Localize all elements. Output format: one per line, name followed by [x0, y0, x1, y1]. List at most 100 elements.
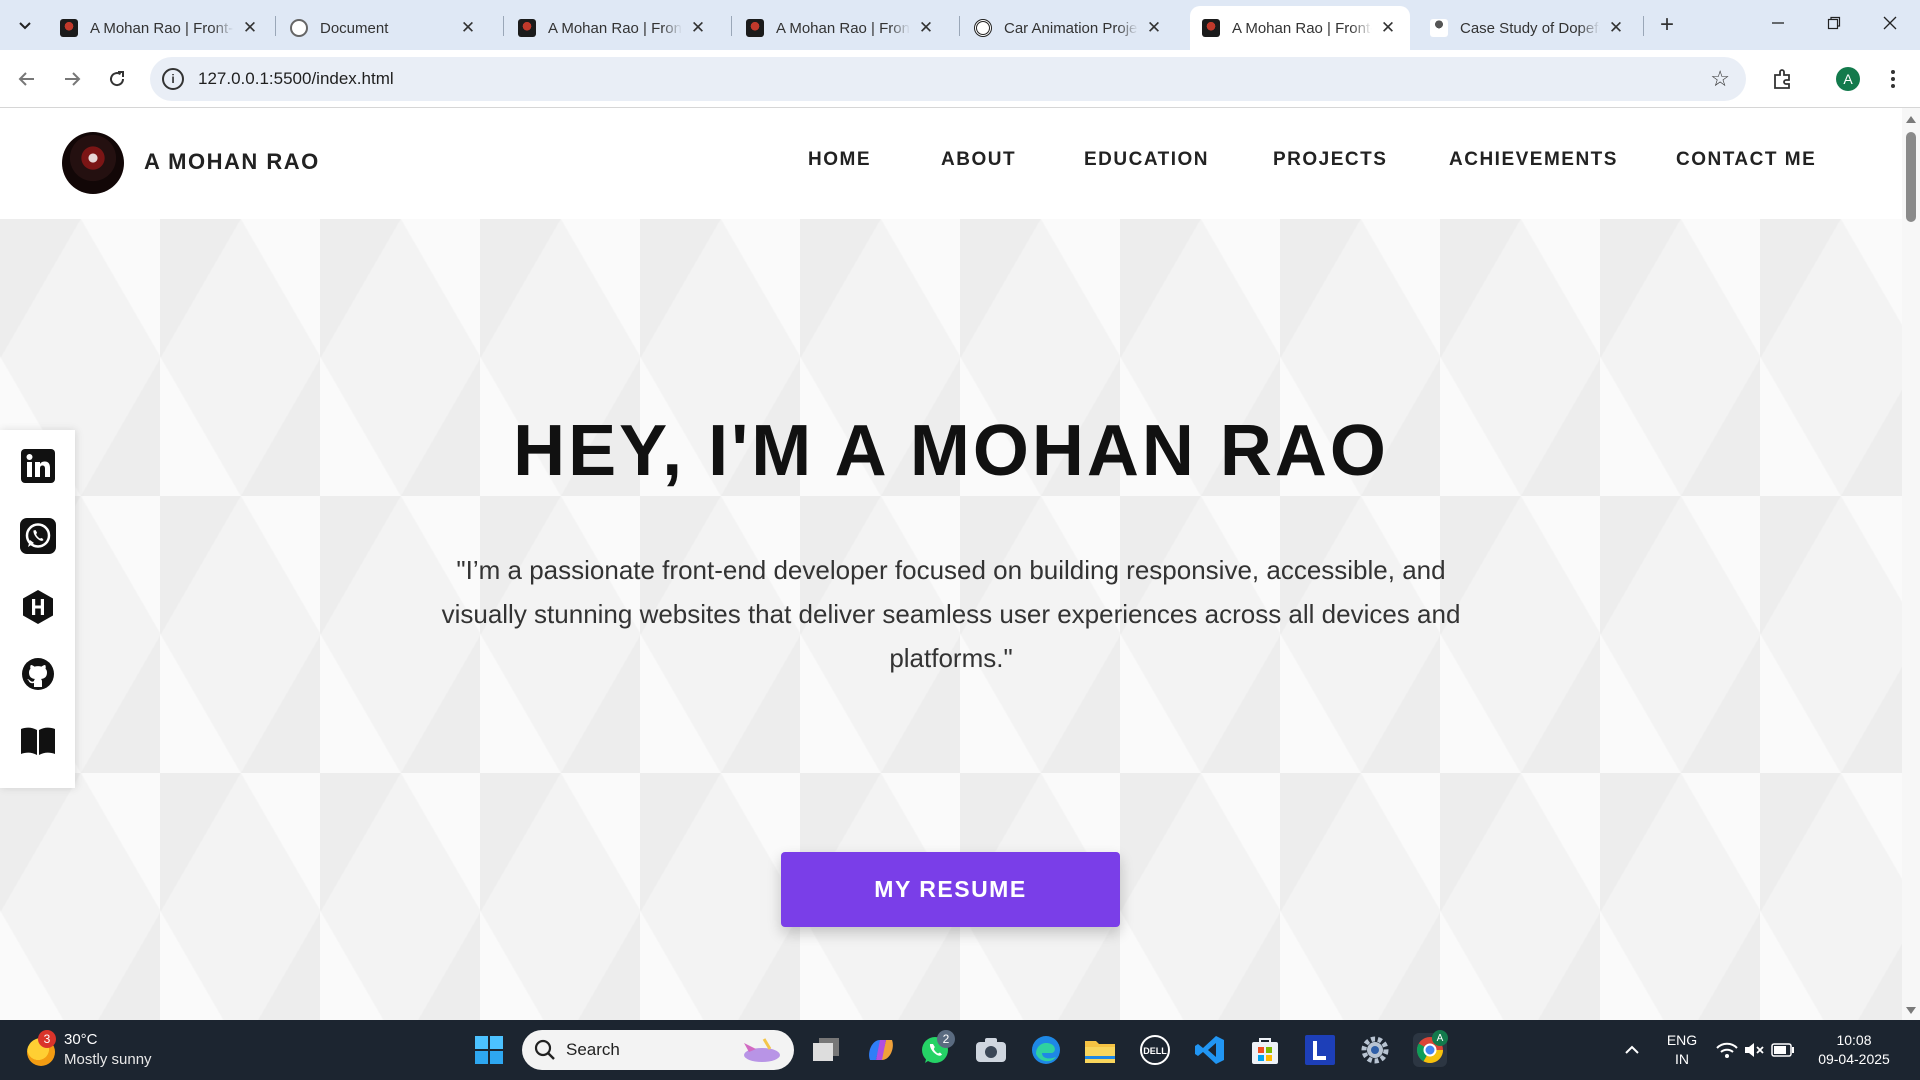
tab-title: Document	[320, 19, 389, 37]
clock[interactable]: 10:08 09-04-2025	[1812, 1031, 1896, 1069]
taskbar: 3 30°C Mostly sunny Search 2 DELL A ENG …	[0, 1020, 1920, 1080]
browser-tab[interactable]: Case Study of Dopefolio ✕	[1418, 6, 1638, 50]
tab-title: Car Animation Project	[1004, 19, 1138, 37]
minimize-icon	[1772, 22, 1784, 24]
openai-icon	[974, 19, 992, 37]
reload-icon	[110, 71, 125, 87]
globe-icon	[290, 19, 308, 37]
url-text[interactable]: 127.0.0.1:5500/index.html	[198, 69, 394, 89]
hashnode-icon[interactable]	[19, 588, 56, 625]
close-icon[interactable]: ✕	[916, 18, 936, 38]
tab-separator	[503, 16, 504, 36]
new-tab-button[interactable]: +	[1652, 10, 1682, 40]
page-viewport: A MOHAN RAO HOME ABOUT EDUCATION PROJECT…	[0, 108, 1902, 1020]
logo-avatar[interactable]	[62, 132, 124, 194]
microsoft-store-icon[interactable]	[1248, 1033, 1282, 1067]
nav-projects[interactable]: PROJECTS	[1273, 149, 1387, 171]
browser-tab[interactable]: A Mohan Rao | Front-end Developer ✕	[734, 6, 948, 50]
person-icon	[1430, 19, 1448, 37]
social-sidebar	[0, 430, 75, 788]
task-view-icon[interactable]	[809, 1033, 843, 1067]
battery-icon[interactable]	[1768, 1033, 1798, 1067]
minimize-button[interactable]	[1750, 0, 1806, 46]
language-line2: IN	[1675, 1051, 1689, 1067]
whatsapp-badge: 2	[937, 1030, 955, 1048]
brand-name[interactable]: A MOHAN RAO	[144, 149, 320, 175]
tab-separator	[959, 16, 960, 36]
browser-tab-active[interactable]: A Mohan Rao | Front-end Developer ✕	[1190, 6, 1410, 50]
dell-icon[interactable]: DELL	[1138, 1033, 1172, 1067]
file-explorer-icon[interactable]	[1083, 1033, 1117, 1067]
close-icon[interactable]: ✕	[1378, 18, 1398, 38]
browser-tab[interactable]: A Mohan Rao | Front-end Developer ✕	[48, 6, 272, 50]
arrow-left-icon	[18, 72, 34, 86]
close-window-button[interactable]	[1862, 0, 1918, 46]
scroll-down-arrow-icon[interactable]	[1906, 1007, 1916, 1014]
tab-strip: A Mohan Rao | Front-end Developer ✕ Docu…	[0, 0, 1920, 50]
nav-contact[interactable]: CONTACT ME	[1676, 149, 1816, 171]
chevron-up-icon[interactable]	[1615, 1033, 1649, 1067]
close-icon[interactable]: ✕	[1606, 18, 1626, 38]
portrait-icon	[518, 19, 536, 37]
puzzle-icon	[1774, 69, 1790, 89]
browser-tab[interactable]: Car Animation Project ✕	[962, 6, 1176, 50]
close-icon[interactable]: ✕	[1144, 18, 1164, 38]
book-icon[interactable]	[19, 722, 56, 759]
speaker-muted-icon[interactable]	[1740, 1033, 1770, 1067]
weather-temperature[interactable]: 30°C	[64, 1031, 98, 1048]
tab-title: A Mohan Rao | Front-end Developer	[90, 19, 234, 37]
restore-button[interactable]	[1806, 0, 1862, 46]
browser-tab[interactable]: A Mohan Rao | Front-end Developer ✕	[506, 6, 720, 50]
close-icon[interactable]: ✕	[458, 18, 478, 38]
nav-achievements[interactable]: ACHIEVEMENTS	[1449, 149, 1618, 171]
bookmark-star-icon[interactable]: ☆	[1710, 66, 1730, 92]
edge-icon[interactable]	[1029, 1033, 1063, 1067]
tab-search-button[interactable]	[10, 10, 40, 40]
clock-date: 09-04-2025	[1818, 1051, 1890, 1067]
browser-toolbar: i 127.0.0.1:5500/index.html ☆ A	[0, 50, 1920, 108]
profile-avatar[interactable]: A	[1836, 67, 1860, 91]
forward-button[interactable]	[55, 62, 89, 96]
reload-button[interactable]	[100, 62, 134, 96]
wifi-icon[interactable]	[1712, 1033, 1742, 1067]
language-line1: ENG	[1666, 1032, 1698, 1048]
copilot-icon[interactable]	[864, 1033, 898, 1067]
site-info-icon[interactable]: i	[162, 68, 184, 90]
chrome-profile-badge: A	[1432, 1030, 1448, 1046]
scrollbar-thumb[interactable]	[1906, 132, 1916, 222]
github-icon[interactable]	[19, 655, 56, 692]
whatsapp-icon[interactable]	[19, 517, 56, 554]
linkedin-icon[interactable]	[19, 447, 56, 484]
close-icon[interactable]: ✕	[240, 18, 260, 38]
l-app-icon[interactable]	[1303, 1033, 1337, 1067]
search-placeholder: Search	[566, 1040, 620, 1059]
vscode-icon[interactable]	[1193, 1033, 1227, 1067]
hero-title: HEY, I'M A MOHAN RAO	[513, 411, 1389, 491]
back-button[interactable]	[10, 62, 44, 96]
tab-separator	[1643, 16, 1644, 36]
svg-text:DELL: DELL	[1143, 1046, 1167, 1056]
address-bar[interactable]: i 127.0.0.1:5500/index.html ☆	[150, 57, 1746, 101]
close-icon[interactable]: ✕	[688, 18, 708, 38]
language-indicator[interactable]: ENG IN	[1664, 1031, 1700, 1069]
windows-start-icon[interactable]	[472, 1033, 506, 1067]
browser-tab[interactable]: Document ✕	[278, 6, 490, 50]
portrait-icon	[60, 19, 78, 37]
taskbar-search[interactable]: Search	[522, 1030, 794, 1070]
close-icon	[1883, 16, 1897, 30]
chevron-down-icon	[19, 22, 31, 30]
page-scrollbar[interactable]	[1902, 108, 1920, 1020]
tab-separator	[731, 16, 732, 36]
resume-button[interactable]: MY RESUME	[781, 852, 1120, 927]
nav-about[interactable]: ABOUT	[941, 149, 1016, 171]
settings-icon[interactable]	[1358, 1033, 1392, 1067]
menu-kebab-icon[interactable]	[1880, 66, 1906, 92]
scroll-up-arrow-icon[interactable]	[1906, 116, 1916, 123]
site-header: A MOHAN RAO HOME ABOUT EDUCATION PROJECT…	[0, 108, 1902, 219]
nav-education[interactable]: EDUCATION	[1084, 149, 1209, 171]
tab-title: A Mohan Rao | Front-end Developer	[548, 19, 682, 37]
camera-icon[interactable]	[974, 1033, 1008, 1067]
weather-description[interactable]: Mostly sunny	[64, 1051, 152, 1068]
nav-home[interactable]: HOME	[808, 149, 871, 171]
extensions-icon[interactable]	[1770, 66, 1796, 92]
